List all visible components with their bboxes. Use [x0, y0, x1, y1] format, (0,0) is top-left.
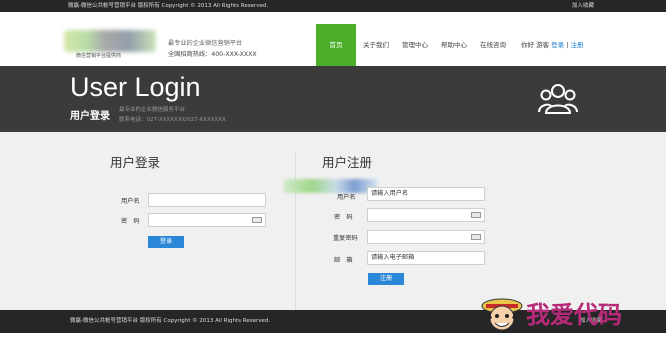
- banner-subtitle: 用户登录: [70, 111, 110, 122]
- register-email-label: 邮 箱: [334, 257, 353, 264]
- footer-copyright: 微赢-微信公共帐号营销平台 版权所有 Copyright © 2013 All …: [70, 318, 271, 324]
- login-username-input[interactable]: [148, 193, 266, 207]
- top-favorite-link[interactable]: 加入收藏: [572, 0, 594, 12]
- register-email-input[interactable]: 请输入电子邮箱: [367, 251, 485, 265]
- keyboard-icon[interactable]: [471, 234, 481, 240]
- nav-admin[interactable]: 管理中心: [397, 24, 433, 66]
- login-password-label: 密 码: [121, 218, 140, 225]
- watermark-mascot: [481, 298, 523, 331]
- login-username-label: 用户名: [121, 198, 140, 205]
- header-hotline: 全国招商热线：400-XXX-XXXX: [168, 51, 257, 58]
- banner-meta-phone: 联系电话：027-XXXXXXX/027-XXXXXXX: [119, 117, 226, 123]
- nav-home[interactable]: 首页: [316, 24, 356, 66]
- blurred-overlay: [284, 179, 378, 193]
- top-bar: 微赢-微信公共帐号营销平台 版权所有 Copyright © 2013 All …: [0, 0, 666, 12]
- login-heading: 用户登录: [110, 155, 161, 170]
- login-password-input[interactable]: [148, 213, 266, 227]
- register-confirm-input[interactable]: [367, 230, 485, 244]
- guest-text: 游客: [536, 41, 550, 49]
- watermark-text: 我爱代码: [526, 300, 622, 329]
- header-tagline: 最专业的企业微信营销平台: [168, 40, 243, 47]
- register-password-label: 密 码: [334, 214, 353, 221]
- register-username-input[interactable]: 请输入用户名: [367, 187, 485, 201]
- nav-consult[interactable]: 在线咨询: [475, 24, 511, 66]
- column-divider: [295, 152, 296, 310]
- register-heading: 用户注册: [322, 155, 373, 170]
- logo-subtitle: 微信营销平台提供商: [76, 53, 122, 59]
- greeting-text: 你好: [521, 41, 534, 49]
- site-logo[interactable]: 微信营销平台提供商: [64, 30, 156, 62]
- register-confirm-label: 重复密码: [333, 235, 358, 242]
- register-password-input[interactable]: [367, 208, 485, 222]
- keyboard-icon[interactable]: [471, 212, 481, 218]
- logo-image: [64, 30, 156, 52]
- header-register-link[interactable]: 注册: [571, 41, 584, 49]
- top-copyright: 微赢-微信公共帐号营销平台 版权所有 Copyright © 2013 All …: [68, 3, 269, 9]
- banner-meta-tagline: 最专业的企业微信服务平台: [119, 107, 186, 113]
- header-login-link[interactable]: 登录: [551, 41, 564, 49]
- header-separator: |: [566, 41, 569, 49]
- nav-about[interactable]: 关于我们: [358, 24, 394, 66]
- register-button[interactable]: 注册: [368, 273, 404, 285]
- login-button[interactable]: 登录: [148, 236, 184, 248]
- nav-help[interactable]: 帮助中心: [436, 24, 472, 66]
- banner-title: User Login: [70, 72, 201, 102]
- keyboard-icon[interactable]: [252, 217, 262, 223]
- greeting: 你好 游客 登录 | 注册: [521, 24, 584, 66]
- users-icon: [538, 84, 578, 114]
- register-username-label: 用户名: [337, 194, 356, 201]
